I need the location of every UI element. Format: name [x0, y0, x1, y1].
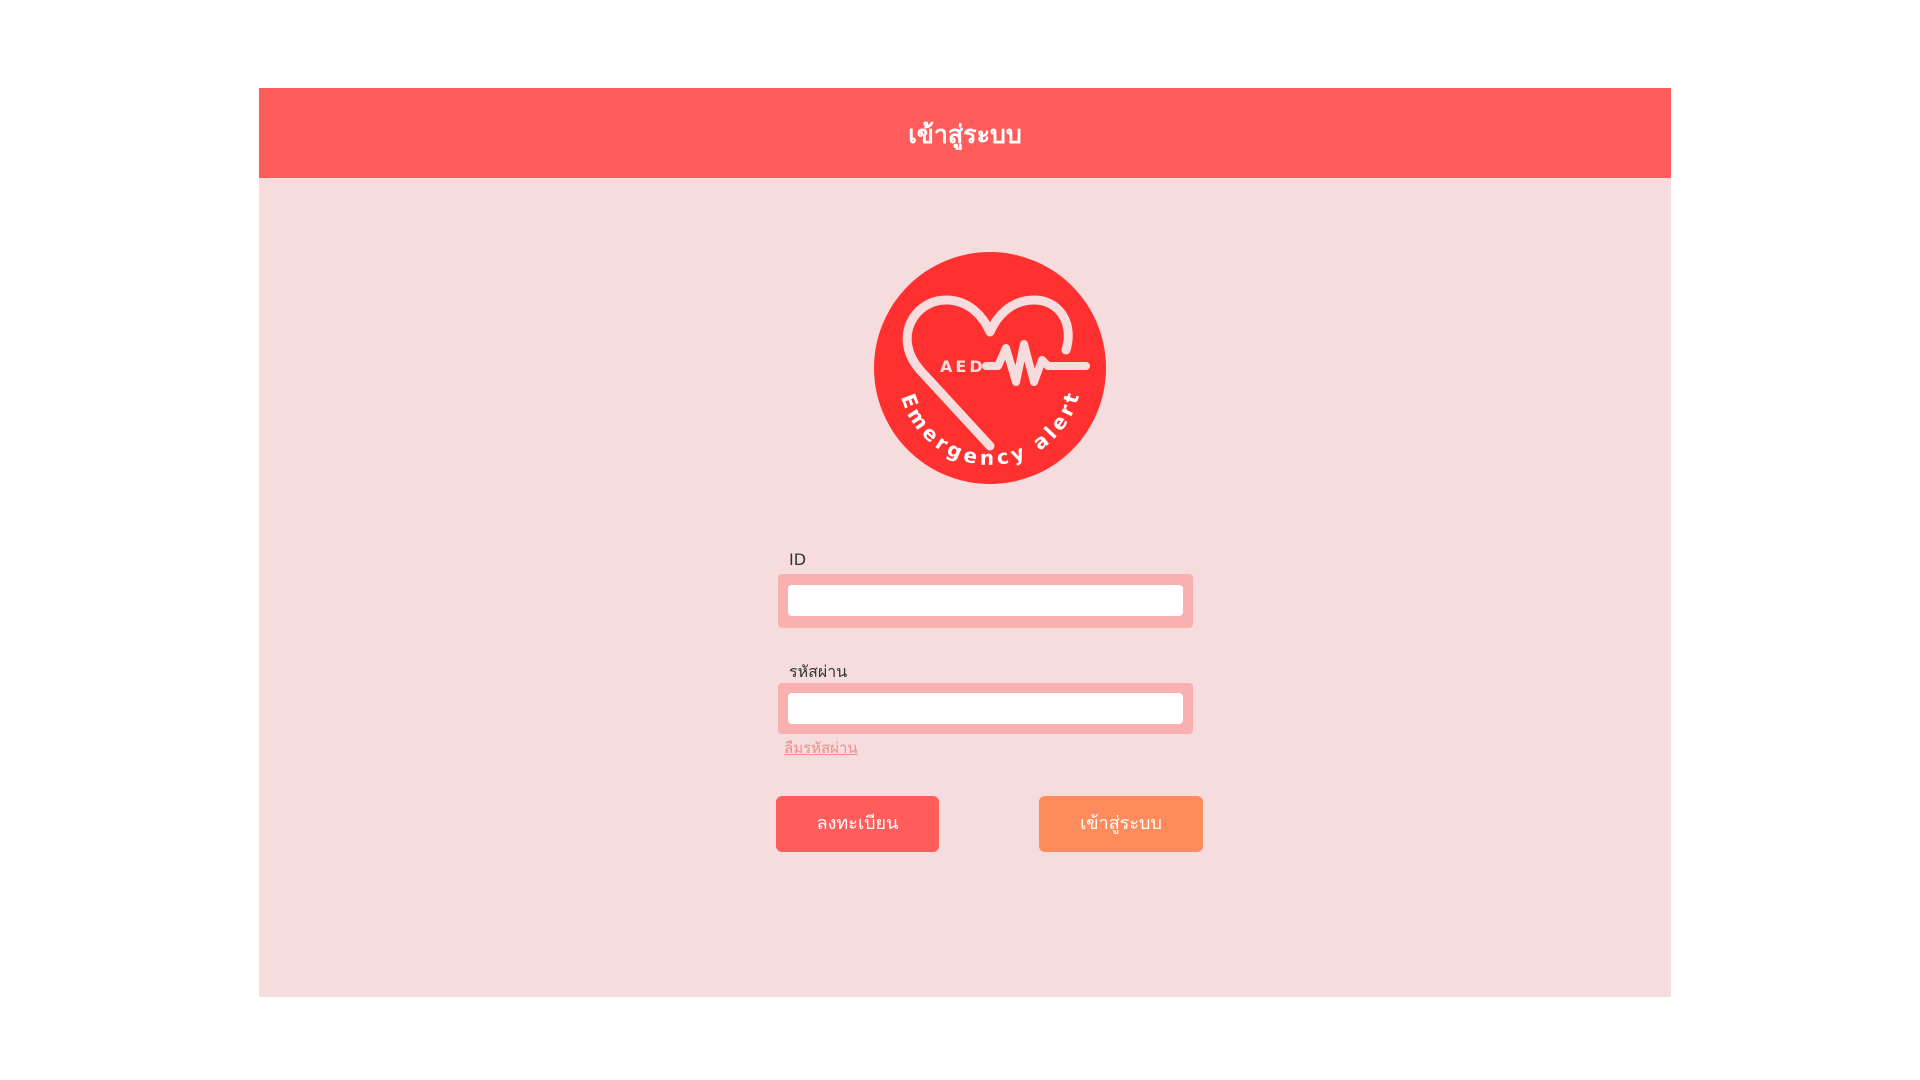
header-bar: เข้าสู่ระบบ [259, 88, 1671, 178]
aed-text: AED [940, 357, 986, 376]
password-label: รหัสผ่าน [789, 662, 848, 681]
id-label: ID [789, 550, 807, 569]
password-input[interactable] [788, 693, 1183, 724]
register-button[interactable]: ลงทะเบียน [776, 796, 939, 852]
aed-logo: AED Emergency alert [874, 252, 1106, 484]
id-input[interactable] [788, 585, 1183, 616]
page-title: เข้าสู่ระบบ [908, 119, 1022, 149]
login-panel: เข้าสู่ระบบ AED Emergency alert ID รหัสผ… [259, 88, 1671, 997]
id-field-frame [778, 574, 1193, 628]
forgot-password-link[interactable]: ลืมรหัสผ่าน [784, 736, 858, 760]
login-button[interactable]: เข้าสู่ระบบ [1039, 796, 1203, 852]
password-field-frame [778, 683, 1193, 734]
